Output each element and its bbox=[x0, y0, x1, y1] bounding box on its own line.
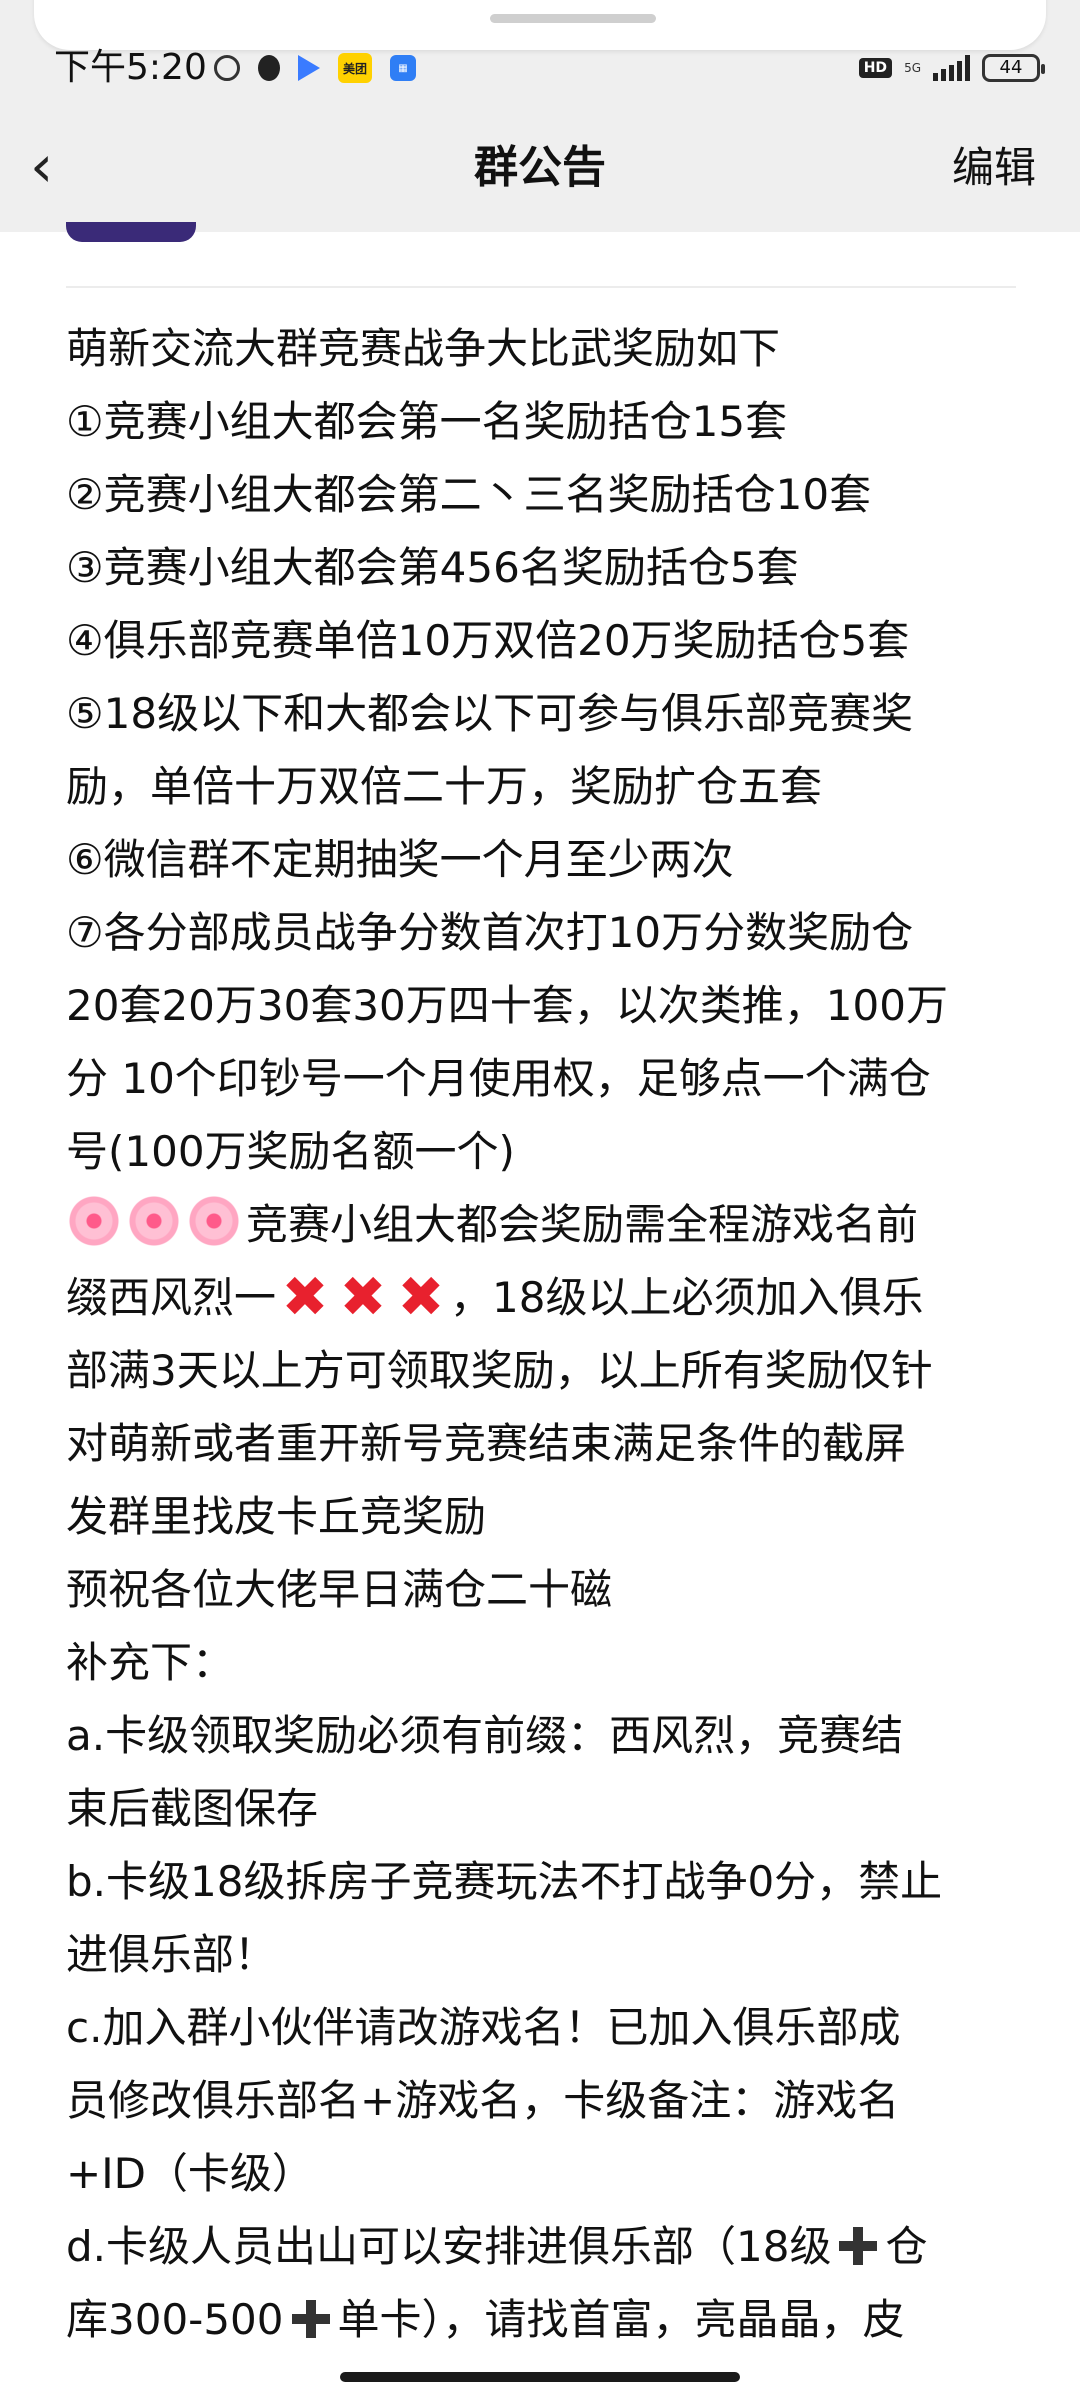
announcement-line: 对萌新或者重开新号竞赛结束满足条件的截屏 bbox=[66, 1419, 907, 1468]
app-icon: ▦ bbox=[390, 55, 416, 81]
hd-icon: HD bbox=[858, 58, 893, 78]
announcement-line: 20套20万30套30万四十套，以次类推，100万 bbox=[66, 981, 948, 1030]
announcement-line: ①竞赛小组大都会第一名奖励括仓15套 bbox=[66, 397, 788, 446]
announcement-body: 萌新交流大群竞赛战争大比武奖励如下 ①竞赛小组大都会第一名奖励括仓15套 ②竞赛… bbox=[66, 312, 1026, 2356]
page-title: 群公告 bbox=[474, 142, 606, 193]
announcement-line: ⑥微信群不定期抽奖一个月至少两次 bbox=[66, 835, 734, 884]
dropdown-sheet[interactable] bbox=[34, 0, 1046, 50]
sheet-drag-handle[interactable] bbox=[490, 14, 656, 23]
navigation-bar: ‹ 群公告 编辑 bbox=[0, 120, 1080, 216]
announcement-line: a.卡级领取奖励必须有前缀：西风烈，竞赛结 bbox=[66, 1711, 904, 1760]
announcement-line: ⑤18级以下和大都会以下可参与俱乐部竞赛奖 bbox=[66, 689, 914, 738]
announcement-line: d.卡级人员出山可以安排进俱乐部（18级 仓 bbox=[66, 2210, 1026, 2283]
announcement-line: +ID（卡级） bbox=[66, 2149, 314, 2198]
announcement-line: ②竞赛小组大都会第二丶三名奖励括仓10套 bbox=[66, 470, 872, 519]
status-bar: 下午5:20 美团 ▦ HD 5G 44 bbox=[0, 44, 1080, 92]
announcement-line: 补充下： bbox=[66, 1638, 235, 1687]
cherry-blossom-icon bbox=[186, 1193, 242, 1249]
cherry-blossom-icon bbox=[66, 1193, 122, 1249]
announcement-line: 发群里找皮卡丘竞奖励 bbox=[66, 1492, 487, 1541]
signal-strength-icon bbox=[933, 55, 970, 81]
edit-button[interactable]: 编辑 bbox=[952, 120, 1036, 216]
plus-icon bbox=[290, 2298, 332, 2340]
avatar[interactable] bbox=[66, 222, 196, 242]
announcement-line: 员修改俱乐部名+游戏名，卡级备注：游戏名 bbox=[66, 2076, 900, 2125]
red-cross-icon: ✖ bbox=[339, 1265, 387, 1330]
announcement-line: c.加入群小伙伴请改游戏名！已加入俱乐部成 bbox=[66, 2003, 901, 2052]
announcement-line: 进俱乐部！ bbox=[66, 1930, 277, 1979]
divider bbox=[66, 286, 1016, 288]
announcement-line: 萌新交流大群竞赛战争大比武奖励如下 bbox=[66, 324, 781, 373]
announcement-text: d.卡级人员出山可以安排进俱乐部（18级 bbox=[66, 2222, 832, 2271]
announcement-line: 励，单倍十万双倍二十万，奖励扩仓五套 bbox=[66, 762, 823, 811]
home-indicator[interactable] bbox=[340, 2372, 740, 2382]
qq-icon bbox=[258, 55, 280, 81]
cherry-blossom-icon bbox=[126, 1193, 182, 1249]
plus-icon bbox=[837, 2225, 879, 2267]
announcement-text: 仓 bbox=[885, 2222, 928, 2271]
system-indicators: HD 5G 44 bbox=[858, 48, 1045, 88]
red-cross-icon: ✖ bbox=[281, 1265, 329, 1330]
network-type-label: 5G bbox=[904, 61, 921, 75]
announcement-line: ③竞赛小组大都会第456名奖励括仓5套 bbox=[66, 543, 799, 592]
announcement-line: 缀西风烈一✖ ✖ ✖ ，18级以上必须加入俱乐 bbox=[66, 1261, 1026, 1334]
top-header-background: 下午5:20 美团 ▦ HD 5G 44 ‹ 群公告 编辑 bbox=[0, 0, 1080, 232]
announcement-line: 部满3天以上方可领取奖励，以上所有奖励仅针 bbox=[66, 1346, 933, 1395]
announcement-text: 库300-500 bbox=[66, 2295, 284, 2344]
red-cross-icon: ✖ bbox=[397, 1265, 445, 1330]
announcement-line: ⑦各分部成员战争分数首次打10万分数奖励仓 bbox=[66, 908, 914, 957]
meituan-icon: 美团 bbox=[338, 53, 372, 83]
announcement-line: 预祝各位大佬早日满仓二十磁 bbox=[66, 1565, 613, 1614]
announcement-text: 单卡），请找首富，亮晶晶，皮 bbox=[337, 2295, 905, 2344]
status-time: 下午5:20 bbox=[54, 47, 207, 88]
alarm-icon bbox=[214, 55, 240, 81]
announcement-line: ④俱乐部竞赛单倍10万双倍20万奖励括仓5套 bbox=[66, 616, 910, 665]
video-play-icon bbox=[298, 55, 320, 81]
announcement-line: 号(100万奖励名额一个) bbox=[66, 1127, 515, 1176]
announcement-line: 分 10个印钞号一个月使用权，足够点一个满仓 bbox=[66, 1054, 931, 1103]
announcement-text: 竞赛小组大都会奖励需全程游戏名前 bbox=[246, 1200, 919, 1249]
battery-icon: 44 bbox=[982, 54, 1045, 82]
announcement-line: 库300-500 单卡），请找首富，亮晶晶，皮 bbox=[66, 2283, 1026, 2356]
notification-icons: 美团 ▦ bbox=[214, 50, 416, 86]
announcement-line: b.卡级18级拆房子竞赛玩法不打战争0分，禁止 bbox=[66, 1857, 943, 1906]
announcement-line: 竞赛小组大都会奖励需全程游戏名前 bbox=[66, 1188, 1026, 1261]
announcement-line: 束后截图保存 bbox=[66, 1784, 319, 1833]
announcement-text: 缀西风烈一 bbox=[66, 1273, 277, 1322]
announcement-text: ，18级以上必须加入俱乐 bbox=[450, 1273, 924, 1322]
